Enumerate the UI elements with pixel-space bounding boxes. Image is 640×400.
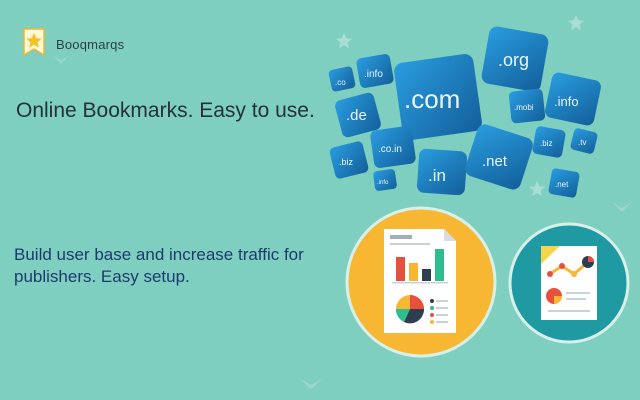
cube-co: .co [328,66,356,92]
analytics-document-icon [541,246,597,320]
cube-net: .net [465,124,533,190]
brand-name: Booqmarqs [56,37,125,52]
domain-cubes-illustration: .com .org .info .co .de .co.in .biz .inf… [328,26,601,198]
report-illustration [345,206,497,358]
cube-info-small: .info [373,169,397,191]
svg-text:.mobi: .mobi [514,103,534,112]
svg-text:.net: .net [555,180,569,189]
svg-text:.biz: .biz [540,139,552,148]
brand: Booqmarqs [22,28,124,61]
bird-shape-icon [300,378,322,390]
cube-mobi: .mobi [508,88,546,124]
svg-text:.tv: .tv [578,138,586,147]
bird-shape-icon [53,55,69,64]
report-document-icon [384,229,456,333]
cube-in: .in [416,148,468,196]
svg-text:.info: .info [364,69,383,80]
svg-text:.info: .info [377,180,389,186]
svg-text:.co: .co [335,78,346,87]
cube-net-small: .net [548,168,580,198]
cube-org: .org [481,26,549,92]
headline: Online Bookmarks. Easy to use. [16,99,315,122]
cube-info-right: .info [545,72,601,126]
bookmark-star-icon [22,28,46,61]
cube-biz-right: .biz [532,126,566,158]
svg-text:.biz: .biz [339,157,354,167]
cube-tv: .tv [570,128,598,154]
svg-text:.co.in: .co.in [378,144,402,155]
svg-text:.in: .in [428,166,446,185]
svg-text:.org: .org [498,50,529,70]
cube-info: .info [356,54,394,88]
subline: Build user base and increase traffic for… [14,245,304,286]
svg-text:.net: .net [482,153,508,170]
cube-biz: .biz [329,141,369,179]
cube-co-in: .co.in [370,126,416,168]
svg-text:.de: .de [346,107,367,124]
svg-text:.info: .info [554,94,579,109]
analytics-illustration [508,222,630,344]
svg-text:.com: .com [404,84,460,114]
